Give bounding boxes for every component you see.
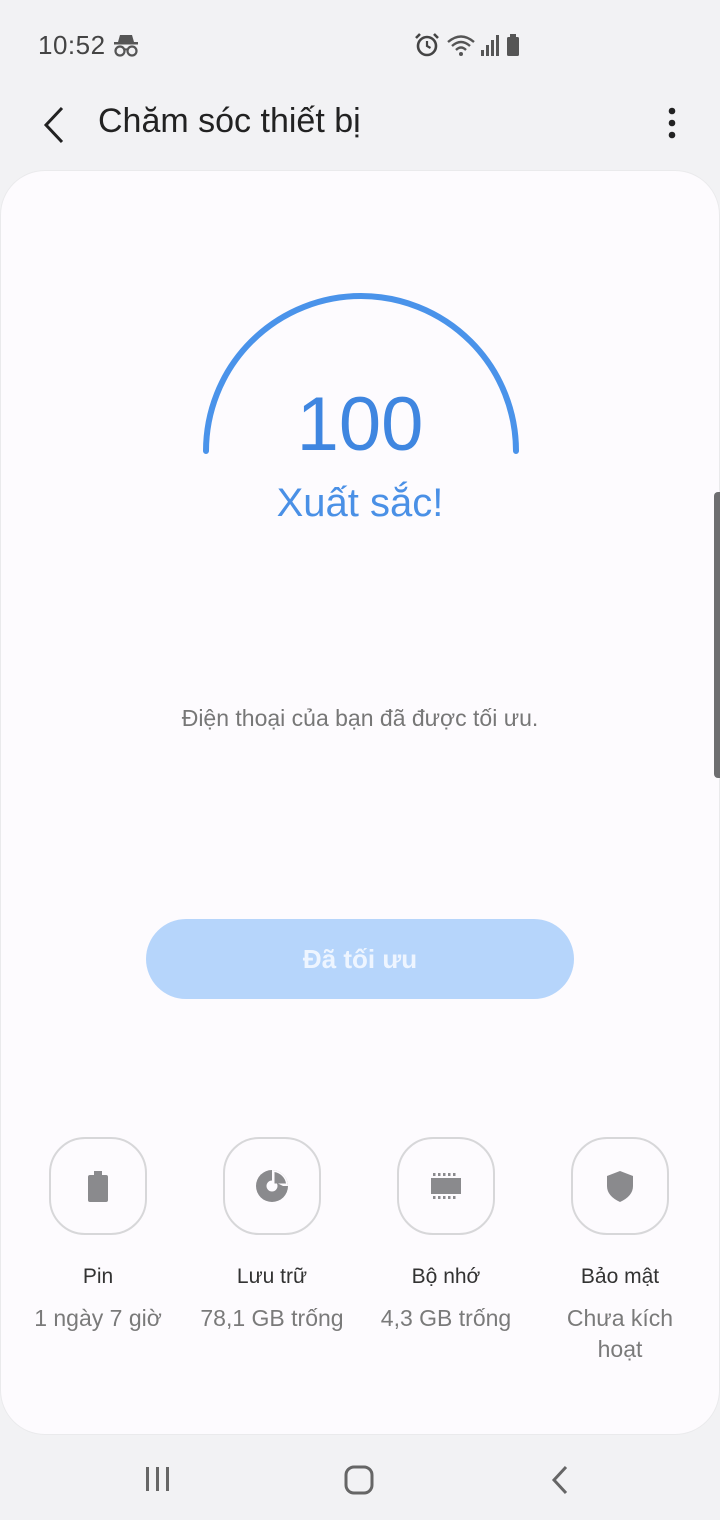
optimized-button[interactable]: Đã tối ưu: [146, 919, 574, 999]
back-icon[interactable]: [548, 1464, 572, 1496]
edge-panel-handle[interactable]: [714, 492, 720, 778]
tile-label: Bộ nhớ: [411, 1265, 481, 1288]
tile-storage[interactable]: Lưu trữ 78,1 GB trống: [185, 1137, 359, 1334]
wifi-icon: [447, 35, 475, 56]
tile-value: Chưa kích hoạt: [566, 1305, 674, 1362]
tile-storage-icon-wrap: [223, 1137, 321, 1235]
tile-value: 4,3 GB trống: [380, 1305, 512, 1331]
status-message: Điện thoại của bạn đã được tối ưu.: [181, 705, 539, 731]
score-label: Xuất sắc!: [276, 481, 444, 525]
status-bar: 10:52: [0, 0, 720, 90]
status-time: 10:52: [38, 30, 106, 60]
app-header: Chăm sóc thiết bị: [0, 90, 720, 160]
tile-security[interactable]: Bảo mật Chưa kích hoạt: [533, 1137, 707, 1365]
tile-label: Lưu trữ: [236, 1265, 308, 1288]
navigation-bar: [0, 1438, 720, 1520]
more-vertical-icon: [668, 107, 676, 139]
tile-value: 1 ngày 7 giờ: [34, 1305, 162, 1331]
chevron-left-icon: [43, 106, 64, 144]
more-options-button[interactable]: [662, 102, 682, 148]
tile-memory[interactable]: Bộ nhớ 4,3 GB trống: [359, 1137, 533, 1334]
back-button[interactable]: [30, 100, 80, 150]
tile-value: 78,1 GB trống: [200, 1305, 344, 1331]
tile-memory-icon-wrap: [397, 1137, 495, 1235]
shield-icon: [607, 1171, 633, 1202]
status-icons: [414, 32, 524, 58]
pie-chart-icon: [256, 1170, 288, 1202]
memory-chip-icon: [431, 1173, 461, 1199]
tile-battery-icon-wrap: [49, 1137, 147, 1235]
tile-battery[interactable]: Pin 1 ngày 7 giờ: [11, 1137, 185, 1334]
tile-label: Bảo mật: [580, 1265, 660, 1288]
recent-apps-icon[interactable]: [143, 1466, 173, 1492]
signal-icon: [481, 35, 499, 56]
tile-label: Pin: [82, 1265, 114, 1288]
battery-icon: [507, 34, 519, 56]
home-icon[interactable]: [343, 1464, 375, 1496]
alarm-icon: [415, 33, 439, 57]
page-title: Chăm sóc thiết bị: [98, 102, 361, 140]
tile-security-icon-wrap: [571, 1137, 669, 1235]
score-value: 100: [296, 382, 424, 467]
device-care-card: 100 Xuất sắc! Điện thoại của bạn đã được…: [1, 171, 719, 1434]
battery-icon: [88, 1171, 108, 1202]
incognito-icon: [112, 32, 140, 58]
